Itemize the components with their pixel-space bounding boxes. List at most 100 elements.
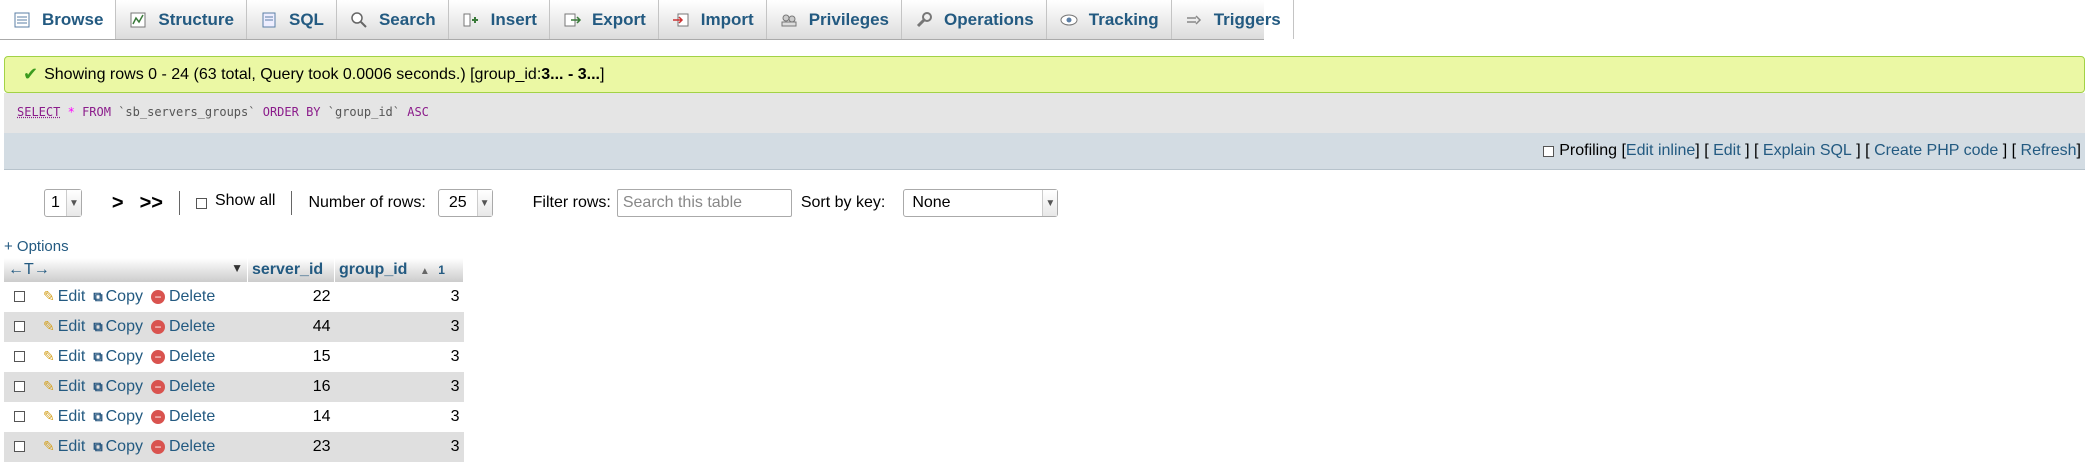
row-checkbox[interactable] xyxy=(14,411,25,423)
pencil-icon: ✎ xyxy=(43,288,55,304)
sort-ascending-icon: ▲ xyxy=(419,266,430,277)
copy-row-button[interactable]: ⧉ Copy xyxy=(93,348,143,365)
tab-import[interactable]: Import xyxy=(659,0,767,39)
delete-row-button[interactable]: − Delete xyxy=(150,408,215,425)
row-checkbox[interactable] xyxy=(14,291,25,303)
tab-triggers[interactable]: Triggers xyxy=(1172,0,1294,39)
delete-row-button[interactable]: − Delete xyxy=(150,348,215,365)
copy-row-button[interactable]: ⧉ Copy xyxy=(93,438,143,455)
chevron-down-icon: ▼ xyxy=(476,190,492,216)
pencil-icon: ✎ xyxy=(43,318,55,334)
tab-label: Tracking xyxy=(1088,9,1159,29)
edit-row-button[interactable]: ✎ Edit xyxy=(43,288,85,305)
tab-structure[interactable]: Structure xyxy=(116,0,247,39)
rows-select-value: 25 xyxy=(448,194,467,211)
tab-label: Import xyxy=(700,9,754,29)
success-range: 3... - 3... xyxy=(541,65,600,83)
delete-row-button[interactable]: − Delete xyxy=(150,378,215,395)
row-checkbox[interactable] xyxy=(14,441,25,453)
tab-label: Structure xyxy=(158,9,234,29)
cell-group-id[interactable]: 3 xyxy=(334,402,464,432)
tab-search[interactable]: Search xyxy=(337,0,449,39)
chevron-down-icon: ▼ xyxy=(1042,190,1058,216)
filter-placeholder: Search this table xyxy=(622,194,743,211)
row-checkbox[interactable] xyxy=(14,321,25,333)
sql-select-keyword[interactable]: SELECT xyxy=(17,105,60,119)
copy-row-button[interactable]: ⧉ Copy xyxy=(93,288,143,305)
copy-label: Copy xyxy=(105,318,143,335)
delete-icon: − xyxy=(150,409,165,424)
delete-label: Delete xyxy=(168,438,216,455)
next-page-button[interactable]: > xyxy=(112,192,124,215)
operations-icon xyxy=(916,11,933,27)
edit-row-button[interactable]: ✎ Edit xyxy=(43,378,85,395)
tab-browse[interactable]: Browse xyxy=(0,0,117,39)
refresh-link[interactable]: Refresh xyxy=(2021,142,2077,160)
edit-row-button[interactable]: ✎ Edit xyxy=(43,348,85,365)
sort-by-key-select[interactable]: None ▼ xyxy=(903,189,1059,217)
row-actions: ✎ Edit ⧉ Copy − Delete xyxy=(4,432,248,462)
cell-group-id[interactable]: 3 xyxy=(334,342,464,372)
tab-tracking[interactable]: Tracking xyxy=(1047,0,1172,39)
delete-row-button[interactable]: − Delete xyxy=(150,318,215,335)
pencil-icon: ✎ xyxy=(43,408,55,424)
tab-sql[interactable]: SQL xyxy=(247,0,337,39)
edit-row-button[interactable]: ✎ Edit xyxy=(43,408,85,425)
delete-row-button[interactable]: − Delete xyxy=(150,288,215,305)
delete-row-button[interactable]: − Delete xyxy=(150,438,216,455)
row-checkbox[interactable] xyxy=(14,381,25,393)
edit-label: Edit xyxy=(57,438,86,455)
cell-server-id[interactable]: 14 xyxy=(247,402,335,432)
cell-group-id[interactable]: 3 xyxy=(334,372,464,402)
table-row: ✎ Edit ⧉ Copy − Delete 16 3 xyxy=(4,372,464,402)
copy-row-button[interactable]: ⧉ Copy xyxy=(93,378,143,395)
profiling-checkbox[interactable] xyxy=(1543,145,1555,157)
pencil-icon: ✎ xyxy=(43,348,55,364)
page-select-value: 1 xyxy=(51,194,60,211)
navigation-bar: 1 ▼ > >> Show all Number of rows: 25 ▼ F… xyxy=(44,188,1059,218)
edit-row-button[interactable]: ✎ Edit xyxy=(43,438,85,455)
copy-icon: ⧉ xyxy=(93,289,103,304)
cell-group-id[interactable]: 3 xyxy=(334,312,464,342)
rows-per-page-select[interactable]: 25 ▼ xyxy=(437,189,493,217)
copy-row-button[interactable]: ⧉ Copy xyxy=(93,318,143,335)
chevron-down-icon: ▼ xyxy=(65,190,81,216)
options-toggle[interactable]: + Options xyxy=(4,238,69,255)
filter-rows-input[interactable]: Search this table xyxy=(616,189,792,217)
edit-row-button[interactable]: ✎ Edit xyxy=(43,318,85,335)
create-php-link[interactable]: Create PHP code xyxy=(1874,142,1998,160)
page-select[interactable]: 1 ▼ xyxy=(44,189,82,217)
tab-insert[interactable]: Insert xyxy=(449,0,550,39)
cell-server-id[interactable]: 16 xyxy=(247,372,335,402)
copy-icon: ⧉ xyxy=(93,409,103,424)
sql-from-keyword: FROM xyxy=(82,105,111,119)
last-page-button[interactable]: >> xyxy=(140,192,163,215)
tab-privileges[interactable]: Privileges xyxy=(767,0,903,39)
cell-server-id[interactable]: 15 xyxy=(247,342,335,372)
tab-operations[interactable]: Operations xyxy=(902,0,1047,39)
cell-group-id[interactable]: 3 xyxy=(334,282,464,312)
row-checkbox[interactable] xyxy=(14,351,25,363)
chevron-down-icon[interactable]: ▼ xyxy=(231,261,243,275)
sql-table-name: `sb_servers_groups` xyxy=(118,105,256,119)
column-header-server-id[interactable]: server_id xyxy=(247,258,335,282)
edit-label: Edit xyxy=(57,378,86,395)
column-header-group-id[interactable]: group_id ▲ 1 xyxy=(334,258,464,282)
success-close: ] xyxy=(599,65,605,83)
edit-link[interactable]: Edit xyxy=(1713,142,1741,160)
query-tools-bar: Profiling [Edit inline] [ Edit ] [ Expla… xyxy=(4,133,2085,170)
edit-inline-link[interactable]: Edit inline xyxy=(1626,142,1695,160)
cell-server-id[interactable]: 23 xyxy=(247,432,335,462)
results-table: ←T→ ▼ server_id group_id ▲ 1 ✎ Edit ⧉ Copy −… xyxy=(4,258,464,462)
column-arrows[interactable]: ←T→ xyxy=(8,261,50,278)
cell-server-id[interactable]: 44 xyxy=(247,312,335,342)
tracking-icon xyxy=(1060,14,1078,25)
copy-row-button[interactable]: ⧉ Copy xyxy=(93,408,143,425)
sql-star: * xyxy=(67,105,75,119)
cell-server-id[interactable]: 22 xyxy=(247,282,335,312)
show-all-checkbox[interactable] xyxy=(195,197,207,209)
cell-group-id[interactable]: 3 xyxy=(334,432,464,462)
explain-sql-link[interactable]: Explain SQL xyxy=(1763,142,1852,160)
tab-export[interactable]: Export xyxy=(550,0,659,39)
row-actions: ✎ Edit ⧉ Copy − Delete xyxy=(4,372,248,402)
